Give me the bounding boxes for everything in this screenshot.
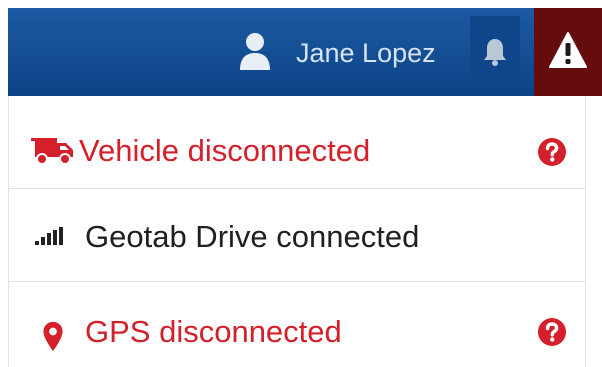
help-icon[interactable] xyxy=(537,137,567,167)
truck-icon xyxy=(31,138,73,165)
connection-status-panel: Vehicle disconnected Geotab Drive connec… xyxy=(8,96,586,367)
status-label-drive: Geotab Drive connected xyxy=(85,219,420,254)
user-name: Jane Lopez xyxy=(296,38,436,68)
status-label-vehicle: Vehicle disconnected xyxy=(79,133,371,168)
top-header-bar: Jane Lopez xyxy=(8,8,602,96)
signal-bars-icon xyxy=(35,227,63,245)
status-row-gps[interactable]: GPS disconnected xyxy=(9,282,585,367)
app-frame: Jane Lopez Vehicle disconnected Geotab D… xyxy=(0,0,602,367)
user-icon xyxy=(240,33,270,70)
status-row-drive[interactable]: Geotab Drive connected xyxy=(9,189,585,282)
bell-icon xyxy=(484,39,506,66)
help-icon[interactable] xyxy=(537,317,567,347)
status-label-gps: GPS disconnected xyxy=(85,314,342,349)
user-menu[interactable]: Jane Lopez xyxy=(224,8,474,96)
warning-triangle-icon xyxy=(549,32,587,68)
notifications-button[interactable] xyxy=(470,16,520,88)
status-row-vehicle[interactable]: Vehicle disconnected xyxy=(9,96,585,189)
map-marker-icon xyxy=(43,321,63,352)
alerts-button[interactable] xyxy=(534,8,602,96)
